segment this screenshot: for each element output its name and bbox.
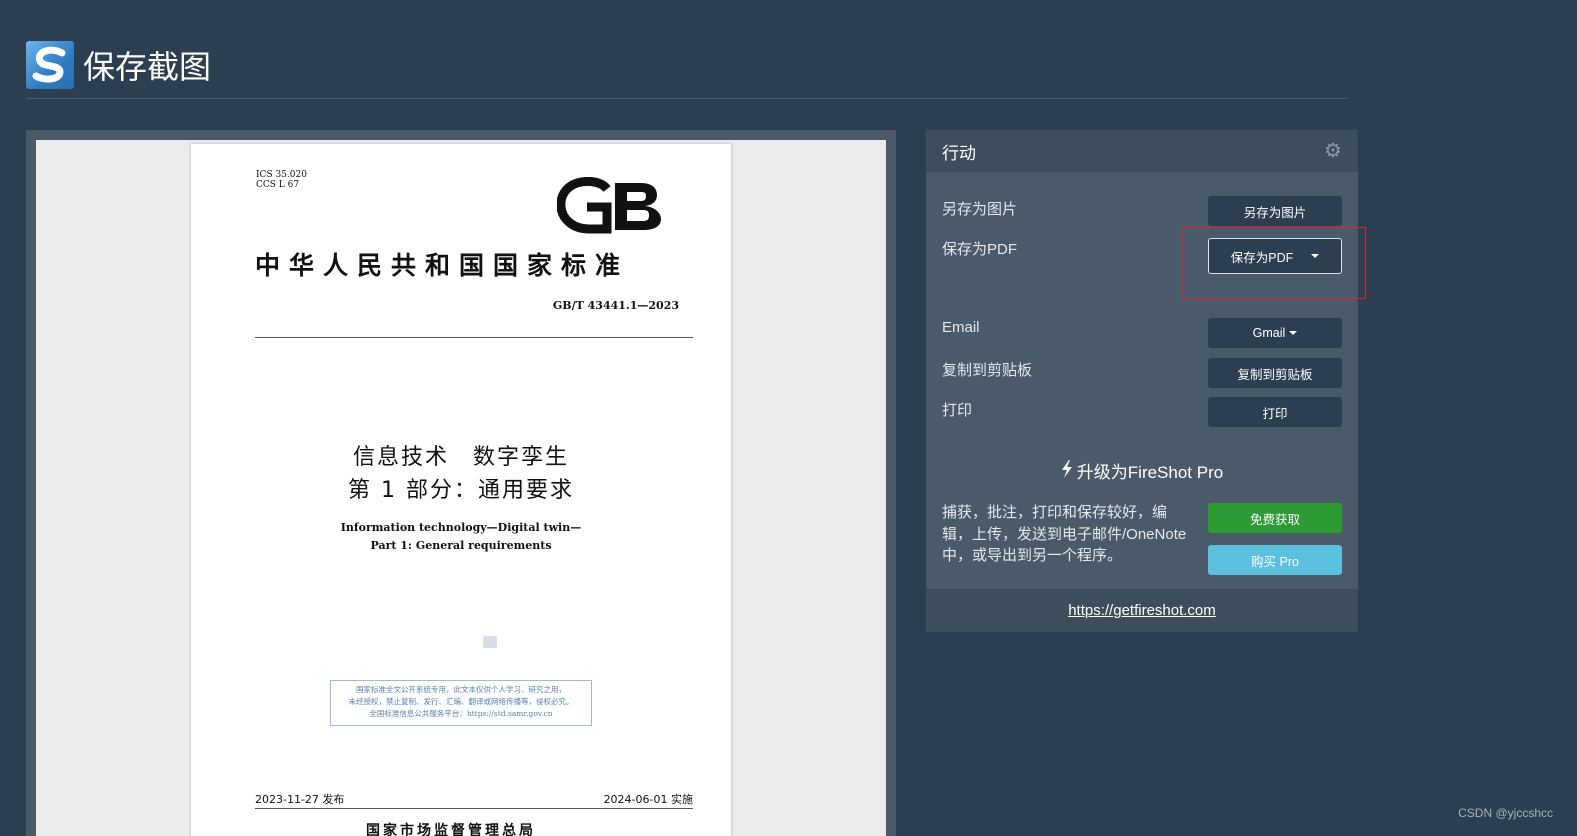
rule-bottom <box>255 808 693 809</box>
header-divider <box>26 98 1348 99</box>
save-image-label: 另存为图片 <box>942 201 1018 218</box>
free-get-button[interactable]: 免费获取 <box>1208 503 1342 533</box>
notice-line: 国家标准全文公开系统专用，此文本仅供个人学习、研究之用， <box>356 685 566 694</box>
bolt-icon <box>1061 460 1073 483</box>
app-header: 保存截图 <box>26 40 211 90</box>
panel-header: 行动 ⚙ <box>926 130 1358 172</box>
screenshot-preview[interactable]: ICS 35.020 CCS L 67 中华人民共和国国家标准 GB/T 434… <box>26 130 896 836</box>
fireshot-link[interactable]: https://getfireshot.com <box>1068 602 1216 619</box>
panel-title: 行动 <box>942 143 976 163</box>
chevron-down-icon <box>1289 331 1298 335</box>
small-mark-icon <box>483 636 497 648</box>
actions-panel: 行动 ⚙ 另存为图片 另存为图片 保存为PDF 保存为PDF Email Gma… <box>926 130 1366 632</box>
ics-codes: ICS 35.020 CCS L 67 <box>256 170 307 190</box>
copy-clipboard-button[interactable]: 复制到剪贴板 <box>1208 358 1342 388</box>
gmail-dropdown-button[interactable]: Gmail <box>1208 318 1342 348</box>
document-page: ICS 35.020 CCS L 67 中华人民共和国国家标准 GB/T 434… <box>191 144 731 836</box>
ics-code: ICS 35.020 <box>256 170 307 180</box>
gear-icon[interactable]: ⚙ <box>1324 141 1344 161</box>
preview-canvas[interactable]: ICS 35.020 CCS L 67 中华人民共和国国家标准 GB/T 434… <box>36 140 886 836</box>
gb-logo <box>556 176 667 241</box>
doc-english-title-line1: Information technology—Digital twin— <box>340 521 582 534</box>
doc-title-line2: 第 1 部分：通用要求 <box>348 478 574 503</box>
page-title: 保存截图 <box>83 48 212 86</box>
standard-number: GB/T 43441.1—2023 <box>552 299 679 312</box>
upgrade-heading[interactable]: 升级为FireShot Pro <box>926 458 1358 483</box>
rule-top <box>255 337 693 338</box>
panel-footer: https://getfireshot.com <box>926 589 1358 632</box>
release-date: 2023-11-27 发布 <box>255 793 345 806</box>
doc-english-title-line2: Part 1: General requirements <box>370 539 552 552</box>
watermark: CSDN @yjccshcc <box>1458 806 1553 820</box>
buy-pro-button[interactable]: 购买 Pro <box>1208 545 1342 575</box>
ccs-code: CCS L 67 <box>256 180 300 190</box>
save-image-button[interactable]: 另存为图片 <box>1208 196 1342 226</box>
email-label: Email <box>942 319 980 336</box>
gmail-button-label: Gmail <box>1252 326 1286 340</box>
implement-date: 2024-06-01 实施 <box>603 793 693 806</box>
copy-clipboard-label: 复制到剪贴板 <box>942 362 1033 379</box>
notice-box: 国家标准全文公开系统专用，此文本仅供个人学习、研究之用， 未经授权，禁止复制、发… <box>330 680 592 726</box>
national-standard-heading: 中华人民共和国国家标准 <box>255 251 630 280</box>
print-button[interactable]: 打印 <box>1208 397 1342 427</box>
highlight-box <box>1182 227 1366 299</box>
fireshot-logo-icon <box>26 41 74 89</box>
upgrade-description: 捕获，批注，打印和保存较好，编辑，上传，发送到电子邮件/OneNote中，或导出… <box>942 504 1187 564</box>
save-pdf-label: 保存为PDF <box>942 241 1018 258</box>
notice-line: 全国标准信息公共服务平台：https://std.samr.gov.cn <box>369 709 553 718</box>
upgrade-text: 升级为FireShot Pro <box>1076 463 1224 482</box>
doc-title-line1: 信息技术 数字孪生 <box>352 445 569 470</box>
print-label: 打印 <box>942 402 973 419</box>
issuer: 国家市场监督管理总局 <box>366 823 536 836</box>
notice-line: 未经授权，禁止复制、发行、汇编、翻译或网络传播等，侵权必究。 <box>348 697 574 706</box>
